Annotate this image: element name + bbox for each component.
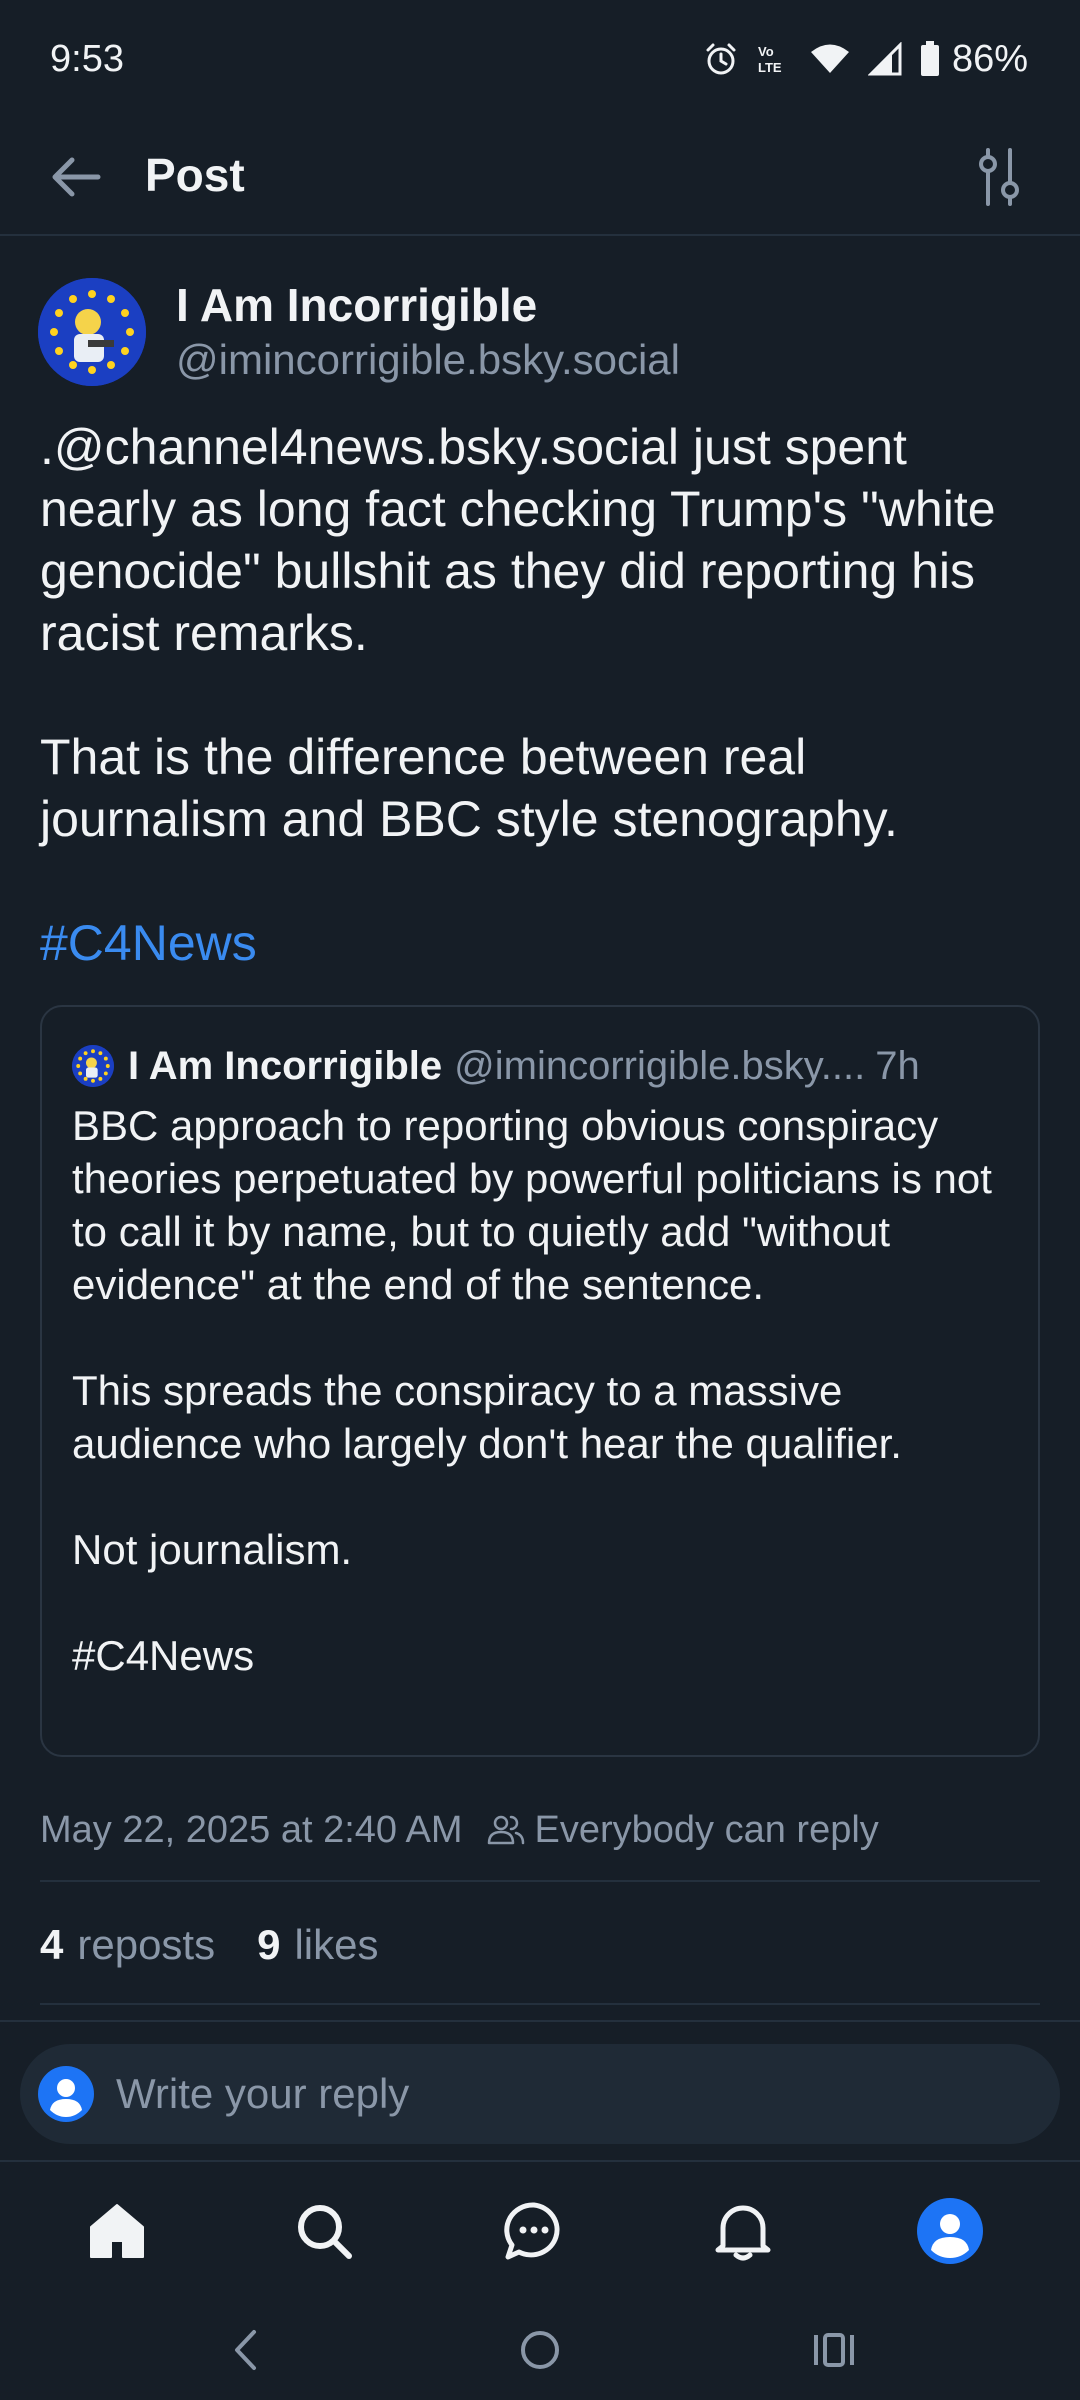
chat-icon [504, 2202, 560, 2260]
quoted-paragraph: This spreads the conspiracy to a massive… [72, 1367, 902, 1467]
reply-composer: Write your reply [0, 2020, 1080, 2160]
post-header: Post [0, 118, 1080, 236]
post-paragraph: .@channel4news.bsky.social just spent ne… [40, 419, 996, 661]
wifi-icon [810, 44, 849, 73]
author-name[interactable]: I Am Incorrigible [176, 278, 537, 332]
profile-icon [917, 2198, 983, 2264]
home-circle-icon [521, 2331, 559, 2369]
reply-input[interactable]: Write your reply [20, 2044, 1060, 2144]
nav-notifications[interactable] [710, 2198, 776, 2264]
post-meta: May 22, 2025 at 2:40 AM Everybody can re… [40, 1800, 1040, 1860]
likes-stat[interactable]: 9 likes [257, 1921, 378, 1969]
post-timestamp: May 22, 2025 at 2:40 AM [40, 1808, 463, 1851]
back-button[interactable] [46, 150, 106, 204]
user-avatar-icon [38, 2066, 94, 2122]
sliders-icon [979, 148, 1019, 206]
eu-stars-avatar-icon [72, 1045, 114, 1087]
quoted-author-name: I Am Incorrigible [128, 1043, 443, 1088]
svg-text:LTE: LTE [758, 60, 782, 75]
svg-text:Vo: Vo [758, 44, 774, 59]
likes-count: 9 [257, 1921, 281, 1968]
quoted-post[interactable]: I Am Incorrigible @imincorrigible.bsky..… [40, 1005, 1040, 1757]
battery-icon [920, 41, 939, 76]
hashtag-link[interactable]: #C4News [40, 912, 1040, 974]
search-icon [298, 2205, 352, 2259]
divider [40, 2003, 1040, 2005]
system-home-button[interactable] [510, 2322, 570, 2378]
eu-stars-avatar-icon [38, 278, 146, 386]
divider [40, 1880, 1040, 1882]
signal-icon [867, 42, 902, 76]
nav-profile[interactable] [917, 2198, 983, 2264]
reposts-label: reposts [77, 1921, 216, 1968]
arrow-left-icon [52, 157, 101, 197]
reposts-count: 4 [40, 1921, 64, 1968]
post-text: .@channel4news.bsky.social just spent ne… [40, 416, 1040, 974]
reply-setting[interactable]: Everybody can reply [535, 1809, 879, 1852]
home-icon [90, 2204, 144, 2258]
quoted-post-text: BBC approach to reporting obvious conspi… [72, 1099, 1022, 1682]
reposts-stat[interactable]: 4 reposts [40, 1921, 215, 1969]
back-icon [235, 2330, 256, 2370]
nav-search[interactable] [291, 2198, 357, 2264]
quoted-paragraph: Not journalism. [72, 1526, 353, 1573]
quoted-author-handle: @imincorrigible.bsky.... [454, 1043, 866, 1088]
battery-percent: 86% [951, 37, 1028, 80]
status-bar: 9:53 Vo LTE 86% [0, 0, 1080, 118]
alarm-icon [706, 43, 736, 75]
likes-label: likes [294, 1921, 379, 1968]
system-nav [0, 2298, 1080, 2400]
reply-placeholder: Write your reply [116, 2070, 410, 2117]
status-time: 9:53 [50, 37, 124, 80]
page-title: Post [145, 149, 245, 201]
author-handle[interactable]: @imincorrigible.bsky.social [176, 336, 680, 384]
post-stats: 4 reposts 9 likes [40, 1915, 378, 1975]
quoted-post-header: I Am Incorrigible @imincorrigible.bsky..… [72, 1037, 1022, 1095]
system-back-button[interactable] [215, 2322, 275, 2378]
quoted-paragraph: BBC approach to reporting obvious conspi… [72, 1102, 992, 1308]
quoted-post-time: 7h [875, 1043, 920, 1088]
volte-icon: Vo LTE [758, 44, 782, 75]
recents-icon [814, 2333, 854, 2367]
thread-settings-button[interactable] [972, 144, 1026, 210]
bell-icon [715, 2205, 771, 2261]
nav-home[interactable] [84, 2198, 150, 2264]
quoted-paragraph: #C4News [72, 1632, 255, 1679]
post-author[interactable]: I Am Incorrigible @imincorrigible.bsky.s… [38, 278, 1038, 388]
system-recents-button[interactable] [804, 2322, 864, 2378]
post-paragraph: That is the difference between real jour… [40, 729, 898, 847]
nav-chat[interactable] [501, 2198, 567, 2264]
status-icons: Vo LTE 86% [704, 38, 1028, 81]
avatar [72, 1045, 114, 1087]
avatar[interactable] [38, 278, 146, 386]
people-icon [487, 1815, 524, 1845]
bottom-nav [0, 2160, 1080, 2298]
